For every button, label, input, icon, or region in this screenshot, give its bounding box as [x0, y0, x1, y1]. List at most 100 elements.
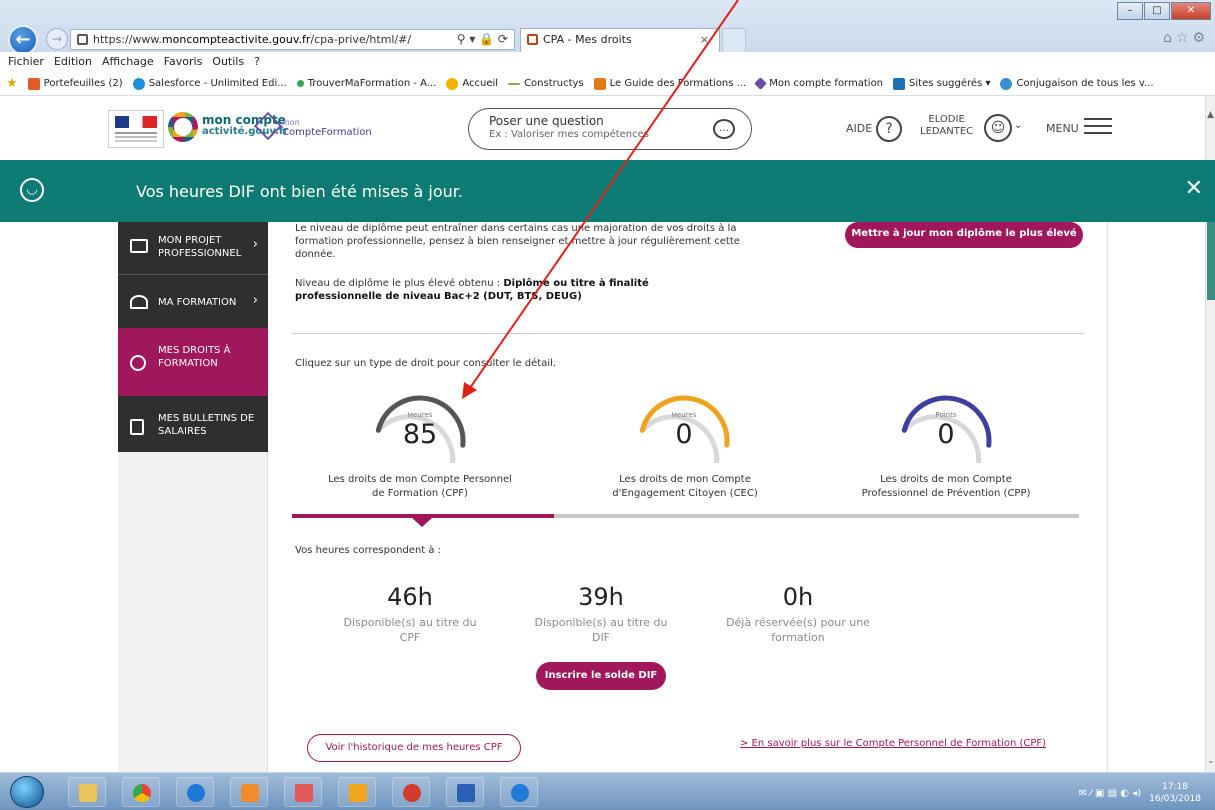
chevron-right-icon: ›	[252, 293, 258, 308]
menu-outils[interactable]: Outils	[212, 52, 244, 72]
sidebar-item-projet[interactable]: MON PROJET PROFESSIONNEL ›	[118, 222, 268, 272]
favorite-label: Salesforce - Unlimited Edi...	[148, 77, 287, 89]
sidebar-label-line1: MES DROITS À	[158, 345, 231, 356]
question-placeholder: Ex : Valoriser mes compétences	[489, 129, 650, 140]
new-tab-button[interactable]	[722, 28, 746, 52]
favorite-item[interactable]: Salesforce - Unlimited Edi...	[132, 72, 287, 95]
outlook-taskbar-icon[interactable]	[338, 777, 376, 807]
sidebar-lower-area	[118, 452, 268, 772]
sidebar: MON PROJET PROFESSIONNEL › MA FORMATION ›…	[118, 222, 268, 452]
favorite-label: Portefeuilles (2)	[43, 77, 123, 89]
favorite-icon	[508, 82, 521, 85]
question-search-box[interactable]: Poser une question Ex : Valoriser mes co…	[468, 108, 752, 150]
ministry-logo[interactable]	[108, 110, 164, 148]
hours-correspond-label: Vos heures correspondent à :	[295, 545, 442, 556]
chevron-down-icon[interactable]: ⌄	[1014, 120, 1022, 131]
favorite-item[interactable]: Conjugaison de tous les v...	[1000, 72, 1154, 95]
menu-fichier[interactable]: Fichier	[8, 52, 44, 72]
app2-taskbar-icon[interactable]	[392, 777, 430, 807]
clock[interactable]: 17:18 16/03/2018	[1149, 781, 1201, 805]
start-button-icon[interactable]	[10, 776, 44, 808]
favorite-item[interactable]: Le Guide des Formations ...	[593, 72, 746, 95]
favorite-item[interactable]: Portefeuilles (2)	[27, 72, 123, 95]
gauge-cpf[interactable]: Heures 85	[370, 393, 470, 463]
scroll-up-icon[interactable]: ▲	[1207, 110, 1214, 120]
minimize-button[interactable]: –	[1117, 2, 1143, 20]
snipping-tool-taskbar-icon[interactable]	[284, 777, 322, 807]
app-taskbar-icon[interactable]	[230, 777, 268, 807]
favorite-item[interactable]: Sites suggérés ▾	[893, 72, 990, 95]
favorite-item[interactable]: TrouverMaFormation - A...	[296, 72, 437, 95]
url-path: /cpa-prive/html/#/	[310, 33, 412, 46]
gauge-caption-cec[interactable]: Les droits de mon Compte d'Engagement Cit…	[570, 473, 800, 501]
gauge-unit: Points	[935, 411, 957, 419]
cpf-history-button[interactable]: Voir l'historique de mes heures CPF	[307, 734, 521, 762]
help-label[interactable]: AIDE	[846, 122, 872, 135]
sidebar-label-line2: PROFESSIONNEL	[158, 248, 242, 259]
menu-favoris[interactable]: Favoris	[164, 52, 203, 72]
gauge-caption-line2: Professionnel de Prévention (CPP)	[861, 488, 1031, 499]
hamburger-menu-icon[interactable]	[1084, 118, 1112, 134]
back-button[interactable]: ←	[8, 25, 38, 55]
stat-reserved: 0h Déjà réservée(s) pour une formation	[708, 583, 888, 645]
register-dif-button[interactable]: Inscrire le solde DIF	[536, 662, 666, 690]
user-avatar-icon[interactable]: ☺	[984, 114, 1012, 142]
banner-close-icon[interactable]: ✕	[1185, 176, 1203, 201]
favorite-label: Accueil	[462, 77, 499, 89]
forward-button[interactable]: →	[46, 28, 68, 50]
ie2-taskbar-icon[interactable]	[500, 777, 538, 807]
menu-bar: Fichier Edition Affichage Favoris Outils…	[0, 52, 1215, 72]
sidebar-item-droits[interactable]: MES DROITS À FORMATION	[118, 328, 268, 396]
gauge-caption-cpf[interactable]: Les droits de mon Compte Personnel de For…	[305, 473, 535, 501]
home-star-gear-icons[interactable]: ⌂☆⚙	[1163, 30, 1209, 46]
tab-close-icon[interactable]: ×	[700, 29, 709, 51]
stat-cpf: 46h Disponible(s) au titre du CPF	[320, 583, 500, 645]
stat-label-line2: DIF	[591, 631, 611, 644]
stat-label-line2: formation	[771, 631, 825, 644]
favorite-icon	[754, 77, 768, 90]
address-bar[interactable]: https://www.moncompteactivite.gouv.fr/cp…	[70, 29, 515, 50]
clock-date: 16/03/2018	[1149, 794, 1201, 804]
favorite-item[interactable]: Accueil	[446, 72, 498, 95]
chevron-right-icon: ›	[252, 237, 258, 252]
menu-edition[interactable]: Edition	[54, 52, 92, 72]
menu-label[interactable]: MENU	[1046, 122, 1079, 135]
menu-affichage[interactable]: Affichage	[102, 52, 154, 72]
browser-tab[interactable]: CPA - Mes droits ×	[520, 28, 720, 52]
diploma-level-label: Niveau de diplôme le plus élevé obtenu :	[295, 278, 504, 289]
flag-icon	[115, 116, 157, 128]
menu-help[interactable]: ?	[254, 52, 260, 72]
help-icon[interactable]: ?	[876, 116, 902, 142]
graduation-cap-icon	[130, 295, 148, 309]
chat-bubble-icon[interactable]: …	[713, 119, 735, 139]
sidebar-item-bulletins[interactable]: MES BULLETINS DE SALAIRES	[118, 397, 268, 451]
sidebar-label-line1: MES BULLETINS DE	[158, 413, 255, 424]
ie-taskbar-icon[interactable]	[176, 777, 214, 807]
gauge-cec[interactable]: Heures 0	[634, 393, 734, 463]
explorer-taskbar-icon[interactable]	[68, 777, 106, 807]
user-name[interactable]: ELODIE LEDANTEC	[920, 114, 973, 138]
clock-time: 17:18	[1162, 782, 1189, 792]
gauge-caption-line1: Les droits de mon Compte Personnel	[328, 474, 512, 485]
word-taskbar-icon[interactable]	[446, 777, 484, 807]
scroll-down-icon[interactable]: ⌄	[1207, 756, 1215, 766]
gauge-value: 85	[402, 419, 438, 450]
favorite-item[interactable]: Mon compte formation	[754, 72, 883, 95]
update-diploma-button[interactable]: Mettre à jour mon diplôme le plus élevé	[845, 222, 1083, 248]
stat-label: Disponible(s) au titre du DIF	[511, 615, 691, 645]
gauge-caption-cpp[interactable]: Les droits de mon Compte Professionnel de…	[831, 473, 1061, 501]
favorite-item[interactable]: Constructys	[508, 72, 584, 95]
learn-more-cpf-link[interactable]: > En savoir plus sur le Compte Personnel…	[740, 738, 1046, 749]
address-tools-icons[interactable]: ⚲ ▾ 🔒 ⟳	[457, 30, 508, 49]
favorite-icon	[27, 77, 40, 90]
sidebar-item-formation[interactable]: MA FORMATION ›	[118, 277, 268, 327]
maximize-button[interactable]: □	[1144, 2, 1170, 20]
tray-icons[interactable]: ✉ ⁄ ▣ ▤ ◐ ◂)	[1079, 788, 1142, 799]
favorite-label: TrouverMaFormation - A...	[307, 77, 437, 89]
favorites-star-icon[interactable]: ★	[6, 72, 18, 95]
chrome-taskbar-icon[interactable]	[122, 777, 160, 807]
compteformation-logo-text[interactable]: mon CompteFormation	[282, 118, 372, 138]
gauge-cpp[interactable]: Points 0	[896, 393, 996, 463]
cpa-logo-icon[interactable]	[168, 112, 198, 142]
window-close-button[interactable]: ✕	[1171, 2, 1211, 20]
